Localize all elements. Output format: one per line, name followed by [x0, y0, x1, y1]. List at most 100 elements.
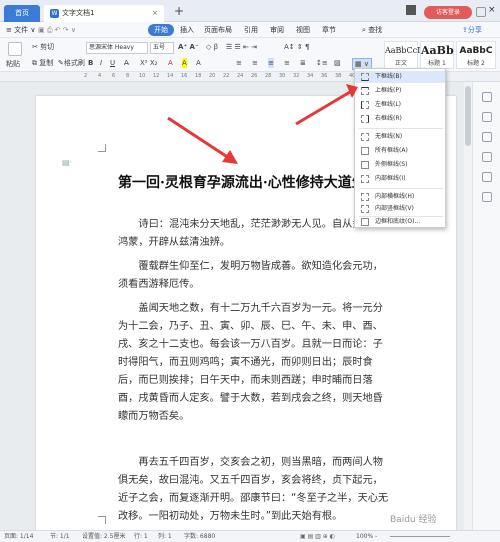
dropdown-item-label: 左框线(L)	[375, 101, 402, 108]
zoom-slider[interactable]	[390, 536, 450, 537]
status-words[interactable]: 字数: 6880	[184, 531, 215, 542]
tab-close-icon[interactable]: ×	[152, 5, 158, 22]
border-inside-horizontal-icon	[361, 193, 369, 201]
user-avatar-icon[interactable]	[406, 5, 416, 15]
align-left-icon[interactable]: ≡	[236, 58, 242, 68]
status-setting: 设置值: 2.5厘米	[82, 533, 126, 540]
scrollbar-thumb[interactable]	[465, 86, 471, 146]
status-row: 行: 1	[134, 533, 148, 540]
side-share-icon[interactable]	[482, 152, 492, 162]
line-spacing-icon[interactable]: ↕≡	[316, 58, 328, 68]
menu-start[interactable]: 开始	[148, 24, 174, 36]
right-side-panel	[472, 82, 500, 530]
menu-view[interactable]: 视图	[296, 25, 310, 36]
maximize-icon[interactable]	[476, 7, 486, 17]
menu-review[interactable]: 审阅	[270, 25, 284, 36]
menu-page-layout[interactable]: 页面布局	[204, 25, 232, 36]
menu-insert[interactable]: 插入	[180, 25, 194, 36]
view-mode-icons[interactable]: ▣ ▤ ▥ ⊕ ◐	[300, 531, 335, 542]
side-backup-icon[interactable]	[482, 172, 492, 182]
ruler-tick: 22	[223, 73, 230, 79]
tab-bar: 首页 W 文字文档1 × + 访客登录 ×	[0, 0, 500, 22]
ruler-tick: 28	[265, 73, 272, 79]
side-select-icon[interactable]	[482, 112, 492, 122]
document-paragraph[interactable]: 再去五千四百岁，交亥会之初，则当黑暗，而两间人物俱无矣，故曰混沌。又五千四百岁，…	[118, 454, 390, 526]
cut-button[interactable]: ✂ 剪切	[32, 42, 54, 52]
dropdown-item-left-border[interactable]: 左框线(L)	[355, 99, 445, 111]
justify-icon[interactable]: ≡	[284, 58, 290, 68]
style-normal[interactable]: AaBbCcDd 正文	[384, 41, 429, 69]
font-family-select[interactable]: 思源宋体 Heavy	[86, 42, 148, 54]
paragraph-handle-icon[interactable]: ▤·	[62, 158, 72, 167]
border-outside-icon	[361, 161, 369, 169]
dropdown-item-all-borders[interactable]: 所有框线(A)	[355, 145, 445, 157]
dropdown-item-inside-horizontal[interactable]: 内部横框线(H)	[355, 191, 445, 203]
font-grow-icon[interactable]: A⁺ A⁻	[178, 42, 199, 52]
ruler-tick: 16	[181, 73, 188, 79]
italic-icon[interactable]: I	[100, 58, 102, 68]
text-effect-icon[interactable]: A	[196, 58, 201, 68]
align-right-icon[interactable]: ≡	[268, 58, 274, 68]
dropdown-item-right-border[interactable]: 右框线(R)	[355, 113, 445, 125]
paragraph-sort-icon[interactable]: A↕ ⇕ ¶	[284, 42, 309, 52]
document-paragraph[interactable]: 诗曰：混沌未分天地乱，茫茫渺渺无人见。自从盘古破鸿蒙，开辟从兹清浊辨。	[118, 216, 390, 252]
document-paragraph[interactable]: 覆载群生仰至仁，发明万物皆成善。欲知造化会元功，须看西游释厄传。	[118, 258, 390, 294]
side-properties-icon[interactable]	[482, 132, 492, 142]
menu-chapter[interactable]: 章节	[322, 25, 336, 36]
side-style-icon[interactable]	[482, 92, 492, 102]
bold-icon[interactable]: B	[88, 58, 93, 68]
document-title[interactable]: 第一回·灵根育孕源流出·心性修持大道生	[118, 172, 366, 192]
new-tab-button[interactable]: +	[174, 4, 184, 18]
side-help-icon[interactable]	[482, 192, 492, 202]
font-color-icon[interactable]: A	[168, 58, 173, 68]
menu-search[interactable]: ⌕ 查找	[362, 25, 382, 36]
tab-home[interactable]: 首页	[4, 5, 40, 22]
font-size-select[interactable]: 五号	[150, 42, 174, 54]
border-right-icon	[361, 115, 369, 123]
style-heading-1[interactable]: AaBb 标题 1	[420, 41, 454, 69]
paste-label[interactable]: 粘贴	[6, 59, 20, 69]
login-button[interactable]: 访客登录	[424, 6, 472, 19]
document-paragraph[interactable]: 盖闻天地之数，有十二万九千六百岁为一元。将一元分为十二会，乃子、丑、寅、卯、辰、…	[118, 300, 390, 426]
paste-icon[interactable]	[8, 42, 22, 56]
ruler-tick: 30	[279, 73, 286, 79]
dropdown-divider	[359, 188, 443, 189]
dropdown-item-inside-vertical[interactable]: 内部竖框线(V)	[355, 203, 445, 215]
strikethrough-icon[interactable]: A̶	[124, 58, 129, 68]
zoom-level[interactable]: 100% -	[356, 531, 377, 542]
style-heading-2[interactable]: AaBbC 标题 2	[456, 41, 496, 69]
copy-icon: ⧉	[32, 59, 37, 67]
underline-icon[interactable]: U	[110, 58, 115, 68]
ruler-tick: 24	[237, 73, 244, 79]
format-painter-button[interactable]: ✎格式刷	[58, 58, 85, 68]
style-heading-1-label: 标题 1	[428, 60, 446, 67]
border-left-icon	[361, 101, 369, 109]
status-page[interactable]: 页面: 1/14	[4, 531, 33, 542]
tab-document[interactable]: W 文字文档1 ×	[44, 5, 164, 22]
dropdown-item-bottom-border[interactable]: 下框线(B)	[355, 71, 445, 83]
dropdown-item-label: 外侧框线(S)	[375, 161, 408, 168]
highlight-icon[interactable]: A	[182, 58, 187, 68]
dropdown-item-top-border[interactable]: 上框线(P)	[355, 85, 445, 97]
superscript-icon[interactable]: X² X₂	[140, 58, 157, 68]
menu-share[interactable]: ⇪分享	[462, 25, 482, 36]
dropdown-item-inside-borders[interactable]: 内部框线(I)	[355, 173, 445, 185]
menu-file[interactable]: ≡ 文件 ∨	[6, 25, 35, 36]
dropdown-item-label: 无框线(N)	[375, 133, 403, 140]
border-inside-icon	[361, 175, 369, 183]
clear-format-icon[interactable]: ◇ ꞵ	[206, 42, 218, 52]
crop-mark-icon	[98, 144, 106, 152]
close-window-icon[interactable]: ×	[488, 5, 498, 15]
dropdown-item-borders-shading[interactable]: 边框和底纹(O)...	[355, 216, 445, 228]
shading-icon[interactable]: ▨	[334, 58, 341, 68]
vertical-scrollbar[interactable]	[464, 82, 472, 530]
copy-button[interactable]: ⧉ 复制	[32, 58, 53, 68]
distribute-icon[interactable]: ≣	[300, 58, 306, 68]
align-center-icon[interactable]: ≡	[252, 58, 258, 68]
menu-reference[interactable]: 引用	[244, 25, 258, 36]
bullet-list-icon[interactable]: ☰ ☰ ⇤ ⇥	[226, 42, 257, 52]
quick-access-icons[interactable]: ▣ ⎙ ↶ ↷ ∨	[38, 25, 76, 36]
dropdown-item-no-border[interactable]: 无框线(N)	[355, 131, 445, 143]
dropdown-item-outside-borders[interactable]: 外侧框线(S)	[355, 159, 445, 171]
ruler-tick: 6	[112, 73, 116, 79]
